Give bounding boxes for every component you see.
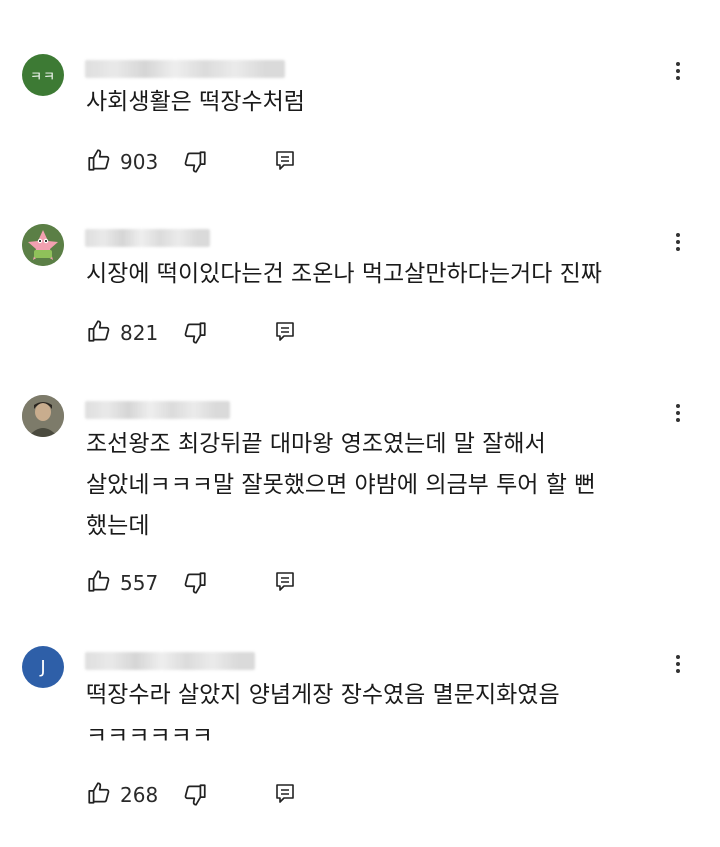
like-count: 903 (120, 150, 159, 174)
reply-icon[interactable] (274, 149, 296, 173)
comment-text: 조선왕조 최강뒤끝 대마왕 영조였는데 말 잘해서 살았네ㅋㅋㅋ말 잘못했으면 … (86, 431, 596, 539)
avatar[interactable] (22, 224, 64, 266)
avatar[interactable]: J (22, 646, 64, 688)
username-blurred[interactable] (85, 652, 255, 670)
thumbs-up-icon[interactable] (86, 780, 112, 806)
avatar-photo (22, 395, 64, 437)
username-blurred[interactable] (85, 401, 230, 419)
thumbs-down-icon[interactable] (182, 149, 208, 175)
comment-text: 시장에 떡이있다는건 조온나 먹고살만하다는거다 진짜 (86, 261, 602, 287)
comment-actions: 268 (86, 780, 326, 810)
thumbs-down-icon[interactable] (182, 570, 208, 596)
thumbs-up-icon[interactable] (86, 147, 112, 173)
more-options-icon[interactable] (668, 59, 688, 87)
username-blurred[interactable] (85, 60, 285, 78)
more-options-icon[interactable] (668, 230, 688, 258)
avatar[interactable]: ㅋㅋ (22, 54, 64, 96)
more-options-icon[interactable] (668, 401, 688, 429)
more-options-icon[interactable] (668, 652, 688, 680)
thumbs-down-icon[interactable] (182, 782, 208, 808)
comment-text: 떡장수라 살았지 양념게장 장수였음 멸문지화였음 ㅋㅋㅋㅋㅋㅋ (86, 682, 560, 749)
thumbs-up-icon[interactable] (86, 568, 112, 594)
username-blurred[interactable] (85, 229, 210, 247)
reply-icon[interactable] (274, 570, 296, 594)
comment-actions: 821 (86, 318, 326, 348)
reply-icon[interactable] (274, 782, 296, 806)
thumbs-down-icon[interactable] (182, 320, 208, 346)
comment-actions: 557 (86, 568, 326, 598)
avatar-letters: ㅋㅋ (30, 69, 56, 85)
avatar[interactable] (22, 395, 64, 437)
like-count: 268 (120, 783, 159, 807)
comment-actions: 903 (86, 147, 326, 177)
like-count: 821 (120, 321, 159, 345)
thumbs-up-icon[interactable] (86, 318, 112, 344)
comment-text: 사회생활은 떡장수처럼 (86, 89, 305, 115)
avatar-patrick-star (22, 224, 64, 266)
reply-icon[interactable] (274, 320, 296, 344)
like-count: 557 (120, 571, 159, 595)
avatar-letter: J (40, 656, 46, 678)
